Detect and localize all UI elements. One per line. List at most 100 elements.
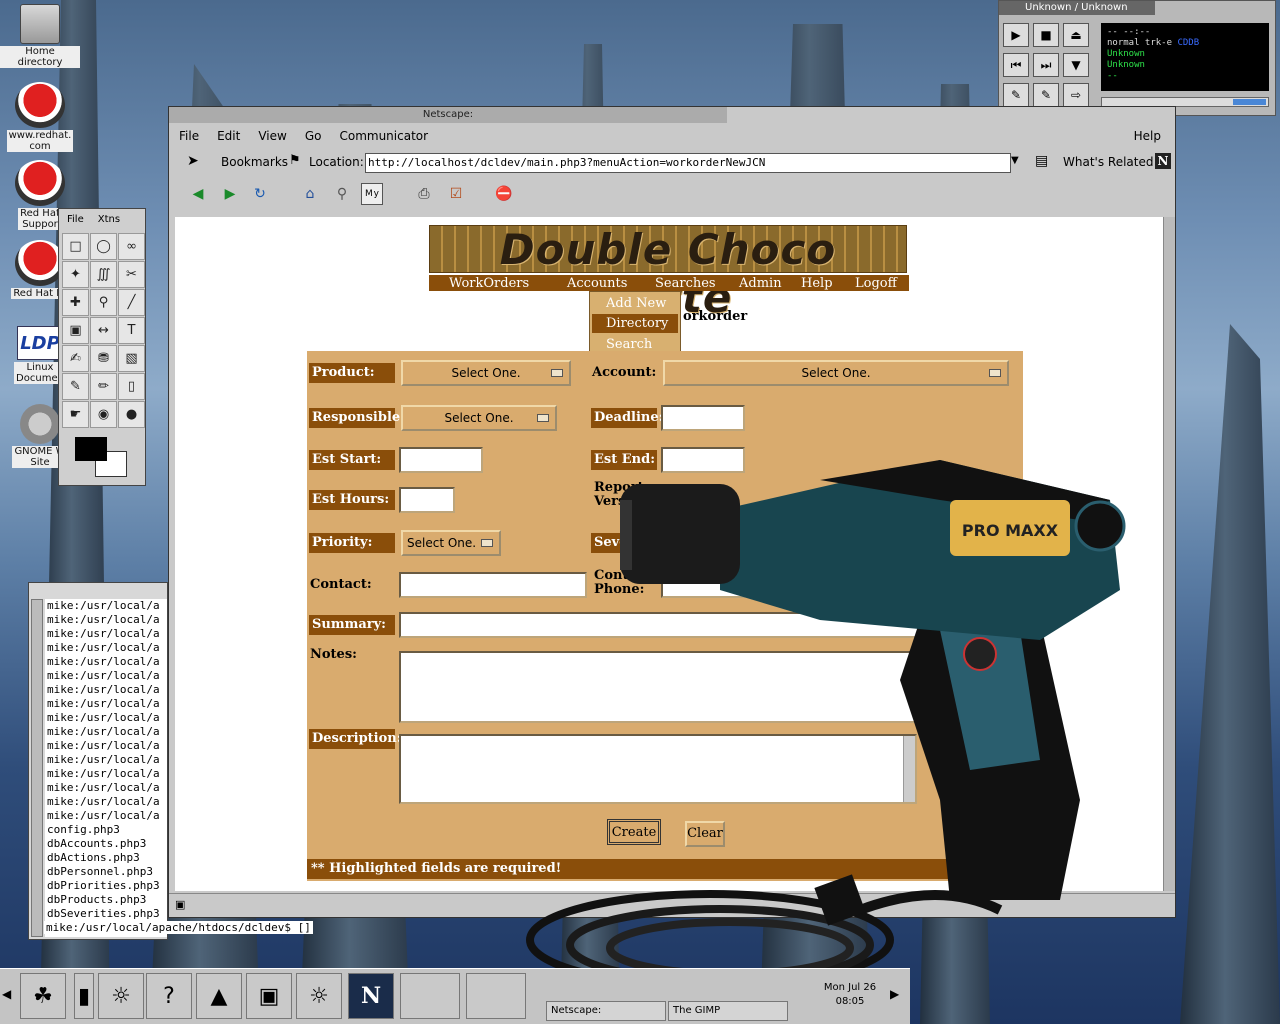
taskbar-item-netscape[interactable]: Netscape: — [546, 1001, 666, 1021]
nav-accounts[interactable]: Accounts — [567, 276, 627, 291]
nav-help[interactable]: Help — [801, 276, 833, 291]
menu-help[interactable]: Help — [1134, 129, 1161, 143]
product-select[interactable]: Select One. — [401, 360, 571, 386]
blur-icon[interactable]: ● — [118, 401, 145, 428]
select-rect-icon[interactable]: □ — [62, 233, 89, 260]
pager-icon[interactable]: ▮ — [74, 973, 94, 1019]
desktop-icon-redhat-com[interactable]: www.redhat. com — [0, 82, 80, 152]
brush-icon[interactable]: ✏ — [90, 373, 117, 400]
menu-go[interactable]: Go — [305, 129, 322, 143]
nav-workorders[interactable]: WorkOrders — [449, 276, 529, 291]
terminal-line: mike:/usr/local/a — [47, 599, 160, 612]
gimp-menu-file[interactable]: File — [67, 214, 84, 225]
chevron-down-icon[interactable]: ▼ — [1063, 53, 1089, 77]
update-agent-icon[interactable]: ☼ — [296, 973, 342, 1019]
panel-hide-right-icon[interactable]: ▶ — [890, 987, 899, 1001]
next-icon[interactable]: ⏭ — [1033, 53, 1059, 77]
bucket-fill-icon[interactable]: ⛃ — [90, 345, 117, 372]
xmms-title[interactable]: Unknown / Unknown — [999, 1, 1155, 15]
navigation-toolbar: ◀ ▶ ↻ ⌂ ⚲ M y ⎙ ☑ ⛔ — [169, 177, 1175, 211]
playlist-icon[interactable]: ✎ — [1033, 83, 1059, 107]
terminal-scrollbar[interactable] — [31, 599, 43, 937]
nav-searches[interactable]: Searches — [655, 276, 716, 291]
menu-edit[interactable]: Edit — [217, 129, 240, 143]
est-start-input[interactable] — [399, 447, 483, 473]
help-icon[interactable]: ? — [146, 973, 192, 1019]
eraser-icon[interactable]: ▯ — [118, 373, 145, 400]
exit-icon[interactable]: ⇨ — [1063, 83, 1089, 107]
menu-communicator[interactable]: Communicator — [339, 129, 428, 143]
nav-admin[interactable]: Admin — [739, 276, 782, 291]
zoom-icon[interactable]: ⚲ — [90, 289, 117, 316]
flip-icon[interactable]: ↔ — [90, 317, 117, 344]
panel-clock[interactable]: Mon Jul 26 08:05 — [818, 981, 882, 1009]
gnome-foot-icon[interactable]: ☘ — [20, 973, 66, 1019]
terminal-output[interactable]: mike:/usr/local/a mike:/usr/local/a mike:/… — [45, 599, 167, 937]
stop-icon[interactable]: ■ — [1033, 23, 1059, 47]
responsible-select[interactable]: Select One. — [401, 405, 557, 431]
print-icon[interactable]: ⎙ — [413, 183, 435, 205]
previous-icon[interactable]: ⏮ — [1003, 53, 1029, 77]
account-select[interactable]: Select One. — [663, 360, 1009, 386]
play-icon[interactable]: ▶ — [1003, 23, 1029, 47]
search-icon[interactable]: ⚲ — [331, 183, 353, 205]
ldp-icon: LDP — [17, 326, 63, 360]
desktop-pager-1[interactable] — [400, 973, 460, 1019]
my-netscape-icon[interactable]: M y — [361, 183, 383, 205]
est-hours-input[interactable] — [399, 487, 455, 513]
gradient-icon[interactable]: ▧ — [118, 345, 145, 372]
panel-hide-left-icon[interactable]: ◀ — [2, 987, 11, 1001]
url-history-icon[interactable]: ▼ — [1011, 155, 1019, 166]
pencil-icon[interactable]: ✎ — [62, 373, 89, 400]
whats-related-icon[interactable]: ▤ — [1035, 153, 1048, 169]
window-title[interactable]: Netscape: — [169, 107, 727, 123]
xmms-cddb: CDDB — [1177, 38, 1200, 48]
priority-select[interactable]: Select One. — [401, 530, 501, 556]
security-icon[interactable]: ☑ — [445, 183, 467, 205]
magic-wand-icon[interactable]: ✦ — [62, 261, 89, 288]
stop-icon[interactable]: ⛔ — [493, 183, 515, 205]
terminal-line: dbActions.php3 — [47, 851, 140, 864]
move-icon[interactable]: ✚ — [62, 289, 89, 316]
foreground-color-swatch[interactable] — [75, 437, 107, 461]
forward-icon[interactable]: ▶ — [219, 183, 241, 205]
menu-view[interactable]: View — [258, 129, 286, 143]
toolbox-icon[interactable]: ▲ — [196, 973, 242, 1019]
page-scrollbar[interactable] — [1163, 217, 1175, 891]
desktop-pager-2[interactable] — [466, 973, 526, 1019]
menu-item-add-new[interactable]: Add New — [592, 294, 678, 313]
text-icon[interactable]: T — [118, 317, 145, 344]
location-bar: ➤ Bookmarks ⚑ Location: http://localhost… — [169, 149, 1175, 175]
gimp-menu-xtns[interactable]: Xtns — [98, 214, 120, 225]
menu-item-directory[interactable]: Directory — [592, 314, 678, 333]
lasso-icon[interactable]: ∞ — [118, 233, 145, 260]
eject-icon[interactable]: ⏏ — [1063, 23, 1089, 47]
netscape-launcher-icon[interactable]: N — [348, 973, 394, 1019]
taskbar-item-gimp[interactable]: The GIMP — [668, 1001, 788, 1021]
terminal-icon[interactable]: ▣ — [246, 973, 292, 1019]
back-icon[interactable]: ◀ — [187, 183, 209, 205]
deadline-input[interactable] — [661, 405, 745, 431]
nav-logoff[interactable]: Logoff — [855, 276, 897, 291]
bookmarks-icon[interactable]: ➤ — [187, 153, 199, 169]
clone-icon[interactable]: ◉ — [90, 401, 117, 428]
color-picker-icon[interactable]: ✍ — [62, 345, 89, 372]
bezier-icon[interactable]: ∭ — [90, 261, 117, 288]
airbrush-icon[interactable]: ☛ — [62, 401, 89, 428]
reload-icon[interactable]: ↻ — [249, 183, 271, 205]
terminal-line: mike:/usr/local/a — [47, 711, 160, 724]
edit-icon[interactable]: ✎ — [1003, 83, 1029, 107]
menu-file[interactable]: File — [179, 129, 199, 143]
security-lock-icon[interactable]: ▣ — [175, 898, 185, 911]
scissors-icon[interactable]: ✂ — [118, 261, 145, 288]
gimp-launcher-icon[interactable]: ☼ — [98, 973, 144, 1019]
pencil-line-icon[interactable]: ╱ — [118, 289, 145, 316]
terminal-prompt[interactable]: mike:/usr/local/apache/htdocs/dcldev$ [] — [44, 921, 313, 934]
whats-related-button[interactable]: What's Related — [1063, 155, 1153, 169]
url-input[interactable]: http://localhost/dcldev/main.php3?menuAc… — [365, 153, 1011, 173]
crop-icon[interactable]: ▣ — [62, 317, 89, 344]
select-ellipse-icon[interactable]: ◯ — [90, 233, 117, 260]
home-icon[interactable]: ⌂ — [299, 183, 321, 205]
bookmarks-button[interactable]: Bookmarks — [221, 155, 288, 169]
desktop-icon-home[interactable]: Home directory — [0, 4, 80, 68]
